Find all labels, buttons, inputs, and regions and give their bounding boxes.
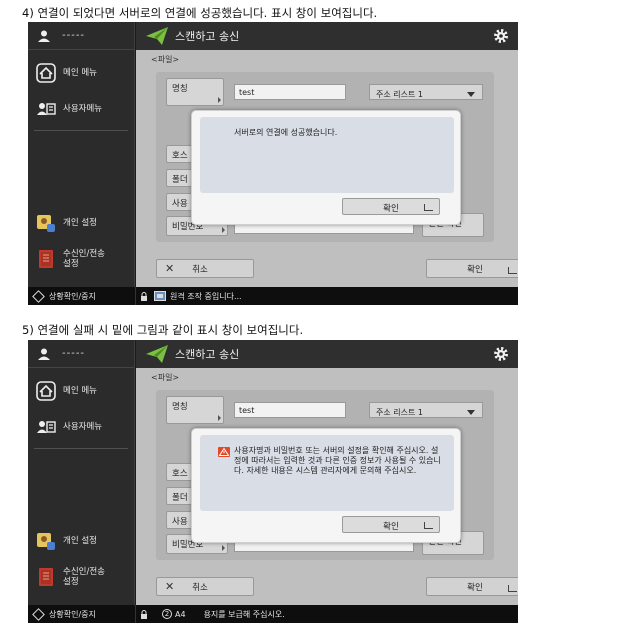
user-row[interactable]: ----- bbox=[28, 22, 134, 50]
sidebar: ----- 메인 메뉴 사용자메뉴 개인 설정 수신인/전송 설정 bbox=[28, 340, 135, 605]
sidebar-item-label: 메인 메뉴 bbox=[63, 386, 97, 396]
sidebar-item-label: 개인 설정 bbox=[63, 536, 97, 546]
send-plane-icon bbox=[146, 345, 168, 363]
dialog-message: 서버로의 연결에 성공했습니다. bbox=[234, 128, 338, 137]
sidebar-item-recipient-settings[interactable]: 수신인/전송 설정 bbox=[28, 560, 135, 594]
sidebar-divider bbox=[34, 448, 128, 449]
dialog-ok-label: 확인 bbox=[383, 204, 399, 214]
enter-icon bbox=[424, 204, 433, 211]
address-book-icon bbox=[39, 568, 53, 586]
status-monitor-button[interactable]: 상황확인/중지 bbox=[28, 287, 136, 305]
sidebar-item-main-menu[interactable]: 메인 메뉴 bbox=[28, 56, 135, 90]
enter-icon bbox=[508, 267, 517, 274]
status-message-area: 원격 조작 중입니다... bbox=[136, 291, 242, 302]
lock-icon bbox=[141, 609, 147, 619]
sidebar-item-label: 사용자메뉴 bbox=[63, 104, 103, 114]
scan-send-screen-failure: ----- 메인 메뉴 사용자메뉴 개인 설정 수신인/전송 설정 스캔하고 송신… bbox=[28, 340, 518, 623]
sidebar-item-label: 사용자메뉴 bbox=[63, 422, 103, 432]
sidebar: ----- 메인 메뉴 사용자메뉴 개인 설정 수신인/전송 설정 bbox=[28, 22, 135, 287]
sidebar-divider bbox=[34, 130, 128, 131]
cancel-label: 취소 bbox=[192, 582, 208, 593]
sidebar-item-label: 수신인/전송 설정 bbox=[63, 567, 105, 587]
file-label: <파일> bbox=[151, 373, 180, 382]
dialog-message-area: 서버로의 연결에 성공했습니다. bbox=[200, 117, 454, 193]
status-text: 원격 조작 중입니다... bbox=[170, 291, 242, 301]
address-list-select[interactable]: 주소 리스트 1 bbox=[369, 84, 483, 100]
sidebar-item-label: 메인 메뉴 bbox=[63, 68, 97, 78]
close-icon: ✕ bbox=[165, 580, 175, 593]
status-button-label: 상황확인/중지 bbox=[49, 291, 96, 301]
status-bar: 상황확인/중지 원격 조작 중입니다... bbox=[28, 287, 518, 305]
gear-icon[interactable] bbox=[492, 27, 510, 45]
page-title: 스캔하고 송신 bbox=[175, 30, 240, 43]
dialog-ok-button[interactable]: 확인 bbox=[342, 198, 440, 215]
sidebar-item-user-menu[interactable]: 사용자메뉴 bbox=[28, 410, 135, 444]
dialog-message-area: 사용자명과 비밀번호 또는 서버의 설정을 확인해 주십시오. 설정에 따라서는… bbox=[200, 435, 454, 511]
step5-caption: 5) 연결에 실패 시 밑에 그림과 같이 표시 창이 보여집니다. bbox=[22, 323, 304, 337]
status-diamond-icon bbox=[32, 607, 45, 621]
status-monitor-button[interactable]: 상황확인/중지 bbox=[28, 605, 136, 623]
name-field[interactable]: test bbox=[234, 402, 346, 418]
step4-caption: 4) 연결이 되었다면 서버로의 연결에 성공했습니다. 표시 창이 보여집니다… bbox=[22, 6, 378, 20]
lock-icon bbox=[141, 291, 147, 301]
sidebar-item-personal-settings[interactable]: 개인 설정 bbox=[28, 524, 135, 558]
dialog-ok-label: 확인 bbox=[383, 522, 399, 532]
user-menu-icon bbox=[37, 103, 56, 115]
status-diamond-icon bbox=[32, 289, 45, 303]
sidebar-item-personal-settings[interactable]: 개인 설정 bbox=[28, 206, 135, 240]
paper-size: A4 bbox=[175, 609, 186, 619]
sidebar-item-label: 개인 설정 bbox=[63, 218, 97, 228]
home-icon bbox=[36, 63, 56, 83]
sidebar-item-main-menu[interactable]: 메인 메뉴 bbox=[28, 374, 135, 408]
status-text: 용지를 보급해 주십시오. bbox=[203, 609, 285, 619]
error-dialog: 사용자명과 비밀번호 또는 서버의 설정을 확인해 주십시오. 설정에 따라서는… bbox=[191, 428, 461, 543]
enter-icon bbox=[508, 585, 517, 592]
name-button[interactable]: 명칭 bbox=[166, 78, 224, 106]
home-icon bbox=[36, 381, 56, 401]
ok-label: 확인 bbox=[467, 264, 483, 275]
user-name: ----- bbox=[62, 348, 86, 359]
ok-button[interactable]: 확인 bbox=[426, 577, 518, 596]
file-label: <파일> bbox=[151, 55, 180, 64]
dialog-message: 사용자명과 비밀번호 또는 서버의 설정을 확인해 주십시오. 설정에 따라서는… bbox=[234, 446, 441, 475]
status-bar: 상황확인/중지 2 A4 용지를 보급해 주십시오. bbox=[28, 605, 518, 623]
name-button[interactable]: 명칭 bbox=[166, 396, 224, 424]
enter-icon bbox=[424, 522, 433, 529]
remote-icon bbox=[154, 291, 166, 301]
title-bar: 스캔하고 송신 bbox=[136, 340, 518, 368]
sidebar-item-recipient-settings[interactable]: 수신인/전송 설정 bbox=[28, 242, 135, 276]
send-plane-icon bbox=[146, 27, 168, 45]
status-message-area: 2 A4 용지를 보급해 주십시오. bbox=[136, 609, 285, 620]
status-button-label: 상황확인/중지 bbox=[49, 609, 96, 619]
close-icon: ✕ bbox=[165, 262, 175, 275]
address-book-icon bbox=[39, 250, 53, 268]
personal-settings-icon bbox=[37, 533, 55, 550]
address-list-select[interactable]: 주소 리스트 1 bbox=[369, 402, 483, 418]
name-field[interactable]: test bbox=[234, 84, 346, 100]
sidebar-item-user-menu[interactable]: 사용자메뉴 bbox=[28, 92, 135, 126]
ok-label: 확인 bbox=[467, 582, 483, 593]
user-menu-icon bbox=[37, 421, 56, 433]
cancel-button[interactable]: ✕ 취소 bbox=[156, 259, 254, 278]
title-bar: 스캔하고 송신 bbox=[136, 22, 518, 50]
cancel-label: 취소 bbox=[192, 264, 208, 275]
paper-number-icon: 2 bbox=[162, 609, 172, 619]
gear-icon[interactable] bbox=[492, 345, 510, 363]
scan-send-screen-success: ----- 메인 메뉴 사용자메뉴 개인 설정 수신인/전송 설정 스캔하고 송신… bbox=[28, 22, 518, 305]
cancel-button[interactable]: ✕ 취소 bbox=[156, 577, 254, 596]
page-title: 스캔하고 송신 bbox=[175, 348, 240, 361]
personal-settings-icon bbox=[37, 215, 55, 232]
user-name: ----- bbox=[62, 30, 86, 41]
user-icon bbox=[38, 348, 50, 360]
user-row[interactable]: ----- bbox=[28, 340, 134, 368]
success-dialog: 서버로의 연결에 성공했습니다. 확인 bbox=[191, 110, 461, 225]
warning-icon bbox=[218, 447, 230, 457]
dialog-ok-button[interactable]: 확인 bbox=[342, 516, 440, 533]
sidebar-item-label: 수신인/전송 설정 bbox=[63, 249, 105, 269]
ok-button[interactable]: 확인 bbox=[426, 259, 518, 278]
user-icon bbox=[38, 30, 50, 42]
